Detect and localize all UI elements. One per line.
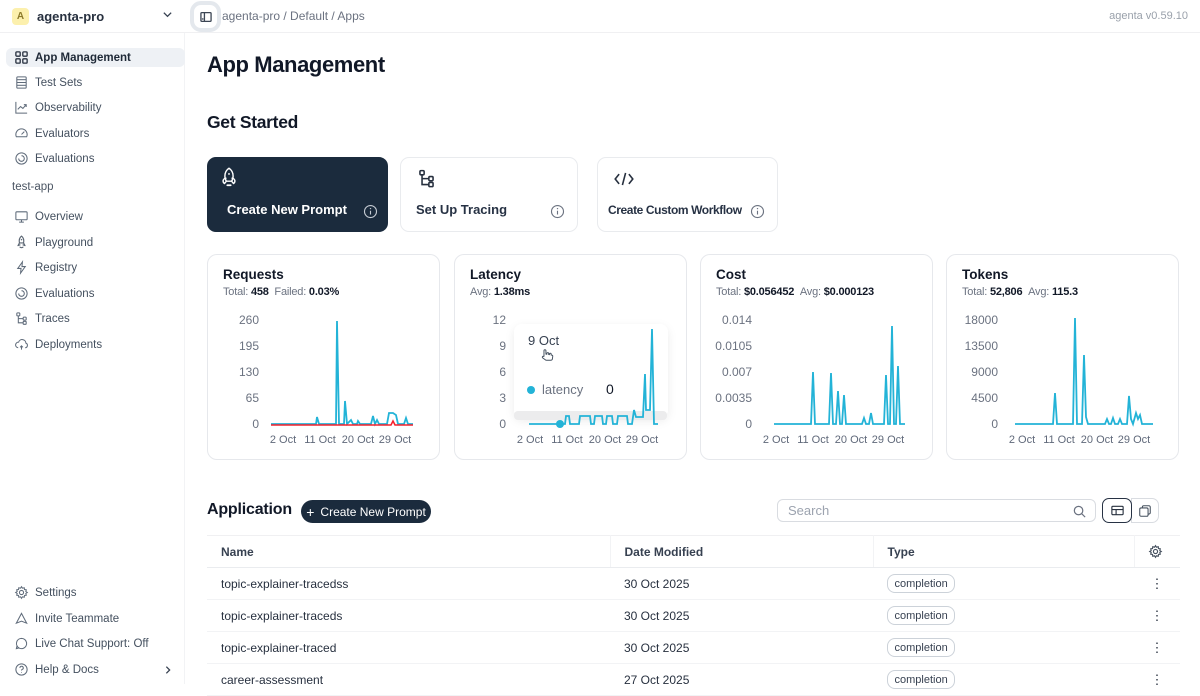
svg-text:20 Oct: 20 Oct [835,434,867,446]
svg-text:0: 0 [252,417,259,431]
svg-text:0: 0 [499,417,506,431]
svg-text:29 Oct: 29 Oct [626,434,658,446]
svg-text:0.014: 0.014 [722,313,752,327]
svg-text:20 Oct: 20 Oct [342,434,374,446]
svg-text:0.0035: 0.0035 [715,391,752,405]
svg-text:11 Oct: 11 Oct [797,434,829,446]
svg-text:12: 12 [493,313,507,327]
svg-text:2 Oct: 2 Oct [517,434,543,446]
svg-text:260: 260 [239,313,259,327]
svg-text:13500: 13500 [965,339,999,353]
svg-text:4500: 4500 [971,391,998,405]
svg-text:9000: 9000 [971,365,998,379]
svg-text:0: 0 [991,417,998,431]
svg-text:29 Oct: 29 Oct [379,434,411,446]
svg-text:11 Oct: 11 Oct [1043,434,1075,446]
svg-text:2 Oct: 2 Oct [763,434,789,446]
svg-text:18000: 18000 [965,313,999,327]
svg-text:20 Oct: 20 Oct [1081,434,1113,446]
svg-text:6: 6 [499,365,506,379]
svg-text:29 Oct: 29 Oct [1118,434,1150,446]
svg-text:3: 3 [499,391,506,405]
svg-text:11 Oct: 11 Oct [304,434,336,446]
svg-text:130: 130 [239,365,259,379]
svg-text:2 Oct: 2 Oct [1009,434,1035,446]
svg-text:20 Oct: 20 Oct [589,434,621,446]
svg-text:0.007: 0.007 [722,365,752,379]
svg-text:9: 9 [499,339,506,353]
svg-text:0.0105: 0.0105 [715,339,752,353]
svg-text:2 Oct: 2 Oct [270,434,296,446]
svg-text:29 Oct: 29 Oct [872,434,904,446]
svg-text:195: 195 [239,339,259,353]
svg-text:0: 0 [745,417,752,431]
svg-text:11 Oct: 11 Oct [551,434,583,446]
svg-text:65: 65 [246,391,260,405]
